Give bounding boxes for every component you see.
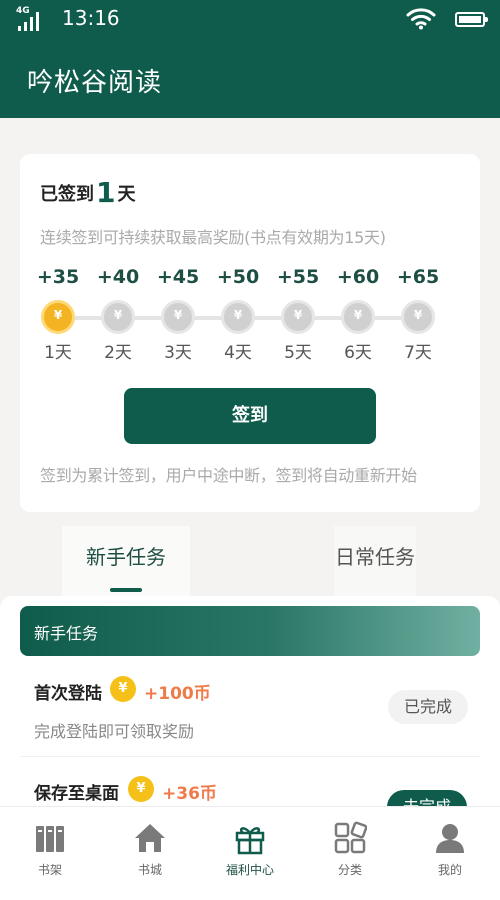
signed-suffix: 天 [117,184,136,205]
reward-amount: +40 [96,266,140,288]
reward-day-1: +35 ¥ 1天 [28,266,88,363]
bottom-nav: 书架 书城 福利中心 分类 我的 [0,806,500,900]
reward-amount: +35 [36,266,80,288]
reward-day-6: +60 ¥ 6天 [328,266,388,363]
reward-day-label: 4天 [224,343,252,363]
nav-label: 我的 [437,863,462,877]
active-tab-indicator [110,588,142,592]
task-description: 完成登陆即可领取奖励 [34,722,195,741]
coin-icon: ¥ [41,300,75,334]
nav-label: 书架 [37,863,62,877]
task-tabs: 新手任务 日常任务 [0,526,500,596]
reward-day-4: +50 ¥ 4天 [208,266,268,363]
task-title: 保存至桌面 [34,784,119,804]
reward-day-3: +45 ¥ 3天 [148,266,208,363]
task-panel: 新手任务 首次登陆 ¥ +100币 完成登陆即可领取奖励 已完成 保存至桌面 ¥… [0,596,500,806]
grid-icon [334,821,367,854]
reward-amount: +55 [276,266,320,288]
signed-prefix: 已签到 [40,184,94,205]
task-section-title: 新手任务 [34,624,99,643]
signal-icon: 4G [16,6,46,32]
signin-hint: 连续签到可持续获取最高奖励(书点有效期为15天) [40,228,386,247]
signin-notice: 签到为累计签到，用户中途中断，签到将自动重新开始 [40,466,417,485]
coin-icon: ¥ [281,300,315,334]
reward-day-label: 5天 [284,343,312,363]
signin-card: 已签到1 天 连续签到可持续获取最高奖励(书点有效期为15天) +35 ¥ 1天 … [20,154,480,512]
tab-daily-tasks[interactable]: 日常任务 [334,526,416,596]
coin-icon: ¥ [161,300,195,334]
signed-status: 已签到1 天 [40,176,135,209]
reward-day-label: 2天 [104,343,132,363]
user-icon [436,824,464,853]
coin-icon: ¥ [341,300,375,334]
coin-icon: ¥ [401,300,435,334]
nav-item-mine[interactable]: 我的 [420,821,480,878]
nav-item-welfare-center[interactable]: 福利中心 [220,821,280,878]
app-title: 吟松谷阅读 [27,68,163,98]
reward-track: +35 ¥ 1天 +40 ¥ 2天 +45 ¥ 3天 +50 ¥ 4天 +55 … [20,266,480,366]
battery-icon [455,12,488,27]
nav-item-bookstore[interactable]: 书城 [120,821,180,878]
task-reward: +100币 [144,684,211,704]
divider [20,756,480,757]
task-item-first-login: 首次登陆 ¥ +100币 完成登陆即可领取奖励 已完成 [0,676,500,776]
nav-item-category[interactable]: 分类 [320,821,380,878]
signin-button[interactable]: 签到 [124,388,376,444]
nav-label: 分类 [337,863,362,877]
task-item-save-to-desktop: 保存至桌面 ¥ +36币 去完成 [0,776,500,806]
reward-amount: +50 [216,266,260,288]
task-section-header: 新手任务 [20,606,480,656]
task-status-button[interactable]: 去完成 [387,790,467,806]
wifi-icon [406,8,436,30]
reward-amount: +65 [396,266,440,288]
nav-item-bookshelf[interactable]: 书架 [20,821,80,878]
signed-days-count: 1 [96,176,116,209]
task-reward: +36币 [162,784,217,804]
coin-icon: ¥ [110,676,136,702]
tab-newbie-tasks[interactable]: 新手任务 [62,526,190,596]
reward-day-7: +65 ¥ 7天 [388,266,448,363]
home-icon [135,824,165,852]
status-bar: 4G 13:16 [0,0,500,38]
coin-icon: ¥ [221,300,255,334]
status-time: 13:16 [62,6,120,30]
nav-label: 福利中心 [225,863,274,877]
bookshelf-icon [36,826,64,852]
task-title: 首次登陆 [34,684,102,704]
reward-day-label: 1天 [44,343,72,363]
nav-label: 书城 [137,863,162,877]
reward-amount: +45 [156,266,200,288]
reward-day-label: 6天 [344,343,372,363]
reward-amount: +60 [336,266,380,288]
reward-day-2: +40 ¥ 2天 [88,266,148,363]
coin-icon: ¥ [128,776,154,802]
reward-day-label: 3天 [164,343,192,363]
gift-icon [235,827,265,855]
reward-day-label: 7天 [404,343,432,363]
reward-day-5: +55 ¥ 5天 [268,266,328,363]
app-bar: 吟松谷阅读 [0,38,500,118]
coin-icon: ¥ [101,300,135,334]
task-status-button[interactable]: 已完成 [388,690,468,724]
